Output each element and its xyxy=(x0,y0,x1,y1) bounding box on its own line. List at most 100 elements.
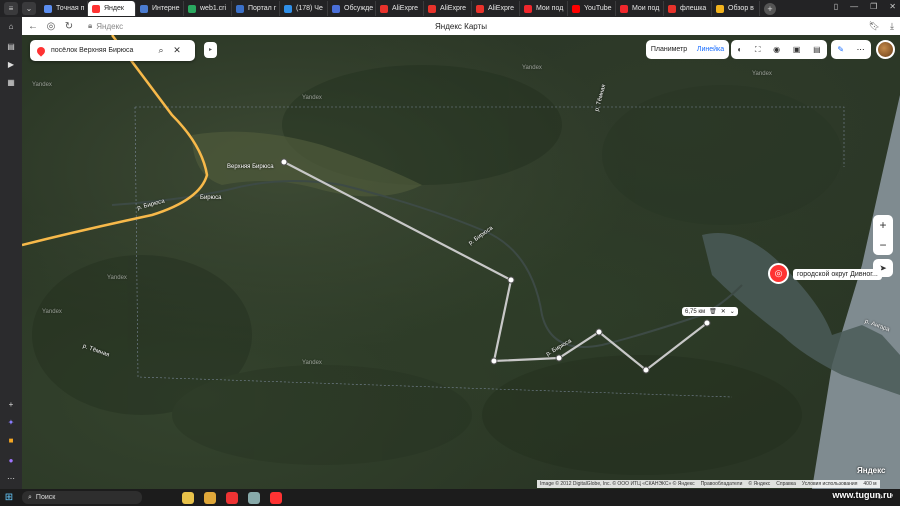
clear-search-icon[interactable]: ✕ xyxy=(171,45,183,56)
ruler-point[interactable] xyxy=(490,357,498,365)
bookmarks-icon[interactable]: ▯ xyxy=(834,2,838,11)
ruler-point[interactable] xyxy=(642,366,650,374)
search-icon[interactable]: ⌕ xyxy=(155,45,167,56)
more-icon[interactable]: ⋯ xyxy=(857,45,865,54)
yandex-browser-icon[interactable] xyxy=(270,491,282,504)
transport-icon[interactable]: ▣ xyxy=(793,45,801,54)
tab-item[interactable]: web1.cri xyxy=(184,1,232,16)
notepad-icon[interactable] xyxy=(248,491,260,504)
help-link[interactable]: Справка xyxy=(776,481,796,487)
avatar[interactable] xyxy=(876,40,895,59)
expand-panel-button[interactable]: ▸ xyxy=(204,42,217,58)
tab-favicon-icon xyxy=(332,4,340,13)
tab-label: YouTube xyxy=(584,5,612,12)
bookmark-icon[interactable]: 🔖︎ xyxy=(869,21,880,32)
place-marker-icon[interactable]: ◎ xyxy=(768,263,789,284)
explorer-icon[interactable] xyxy=(204,491,216,504)
yandex-watermark: Yandex xyxy=(522,65,542,71)
yandex-watermark: Yandex xyxy=(107,275,127,281)
village-label[interactable]: Верхняя Бирюса xyxy=(227,164,274,170)
browser-menu-icon[interactable]: ≡ xyxy=(4,2,18,15)
sidebar-add-icon[interactable]: + xyxy=(5,399,17,411)
start-icon[interactable]: ⊞ xyxy=(0,492,18,503)
panorama-icon[interactable]: ⛶ xyxy=(755,45,761,55)
tabs-dropdown-icon[interactable]: ⌄ xyxy=(22,2,36,15)
chrome-icon[interactable] xyxy=(182,491,194,504)
taskbar-search[interactable]: ⌕ Поиск xyxy=(22,491,142,504)
sidebar-play-icon[interactable]: ▶ xyxy=(5,59,17,71)
downloads-icon[interactable]: ⤓ xyxy=(890,21,894,32)
tab-favicon-icon xyxy=(476,4,484,13)
map-overlay xyxy=(22,35,900,489)
ruler-point[interactable] xyxy=(280,158,288,166)
measure-tools: Планиметр Линейка xyxy=(646,40,729,59)
tab-item[interactable]: (178) Че xyxy=(280,1,328,16)
tab-item[interactable]: Обсужде xyxy=(328,1,376,16)
sidebar-app-icon[interactable]: ■ xyxy=(5,435,17,447)
tab-label: Мои под xyxy=(632,5,660,12)
close-ruler-icon[interactable]: ✕ xyxy=(721,308,726,315)
camera-icon[interactable]: ◉ xyxy=(773,45,780,54)
map-search-box: ⌕ ✕ xyxy=(30,40,195,61)
zoom-out-button[interactable]: − xyxy=(873,235,893,255)
tab-label: AliExpre xyxy=(488,5,515,12)
rights-link[interactable]: Правообладатели xyxy=(701,481,743,487)
place-label[interactable]: городской округ Дивног... xyxy=(793,269,882,280)
layers-icon[interactable]: ◐ xyxy=(737,45,742,54)
tab-item[interactable]: AliExpre xyxy=(424,1,472,16)
maximize-icon[interactable]: ❐ xyxy=(870,2,877,11)
yandex-app-icon[interactable] xyxy=(226,491,238,504)
planimeter-button[interactable]: Планиметр xyxy=(651,46,687,53)
search-input[interactable] xyxy=(51,47,151,54)
zoom-control: + − xyxy=(873,215,893,255)
map-scale: 400 м xyxy=(863,481,877,487)
close-window-icon[interactable]: ✕ xyxy=(889,2,896,11)
sidebar-home-icon[interactable]: ⌂ xyxy=(5,21,17,33)
tab-item[interactable]: Мои под xyxy=(616,1,664,16)
tab-item[interactable]: Обзор в xyxy=(712,1,760,16)
tab-item[interactable]: флешка xyxy=(664,1,712,16)
tab-favicon-icon xyxy=(284,4,292,13)
sidebar-calendar-icon[interactable]: ▦ xyxy=(5,77,17,89)
tab-favicon-icon xyxy=(524,4,532,13)
tab-item[interactable]: Точная п xyxy=(40,1,88,16)
tab-favicon-icon xyxy=(572,4,580,13)
zoom-in-button[interactable]: + xyxy=(873,215,893,235)
tab-item[interactable]: YouTube xyxy=(568,1,616,16)
stop-label[interactable]: Бирюса xyxy=(200,195,221,201)
terms-link[interactable]: Условия использования xyxy=(802,481,858,487)
ruler-point[interactable] xyxy=(703,319,711,327)
search-icon: ⌕ xyxy=(28,493,32,501)
tab-item[interactable]: Портал г xyxy=(232,1,280,16)
minimize-icon[interactable]: — xyxy=(850,2,858,11)
ruler-button[interactable]: Линейка xyxy=(697,46,724,53)
new-tab-button[interactable]: + xyxy=(764,2,776,15)
traffic-icon[interactable]: ▤ xyxy=(813,45,821,54)
sidebar-collections-icon[interactable]: ▤ xyxy=(5,41,17,53)
tab-label: Яндек xyxy=(104,5,124,12)
tab-favicon-icon xyxy=(428,4,436,13)
tab-item[interactable]: Яндек xyxy=(88,1,136,16)
ruler-point[interactable] xyxy=(507,276,515,284)
tab-favicon-icon xyxy=(188,4,196,13)
ruler-icon[interactable]: ✎ xyxy=(837,45,844,54)
yandex-logo[interactable]: Яндекс xyxy=(857,466,885,475)
ruler-point[interactable] xyxy=(555,354,563,362)
tab-label: web1.cri xyxy=(200,5,227,12)
address-actions: 🔖︎ ⤓ xyxy=(869,21,894,32)
tab-item[interactable]: Мои под xyxy=(520,1,568,16)
tab-label: (178) Че xyxy=(296,5,323,12)
delete-icon[interactable]: 🗑︎ xyxy=(709,308,717,315)
tab-item[interactable]: AliExpre xyxy=(472,1,520,16)
yandex-watermark: Yandex xyxy=(42,309,62,315)
chevron-down-icon[interactable]: ⌄ xyxy=(730,308,735,315)
tab-favicon-icon xyxy=(620,4,628,13)
tab-item[interactable]: Интерне xyxy=(136,1,184,16)
tab-label: Обзор в xyxy=(728,5,754,12)
ruler-point[interactable] xyxy=(595,328,603,336)
satellite-map[interactable]: Верхняя Бирюса Бирюса р. Бирюса р. Бирюс… xyxy=(22,35,900,489)
tab-item[interactable]: AliExpre xyxy=(376,1,424,16)
sidebar-messenger-icon[interactable]: ● xyxy=(5,455,17,467)
sidebar-more-icon[interactable]: ⋯ xyxy=(5,473,17,485)
sidebar-alice-icon[interactable]: ✦ xyxy=(5,417,17,429)
